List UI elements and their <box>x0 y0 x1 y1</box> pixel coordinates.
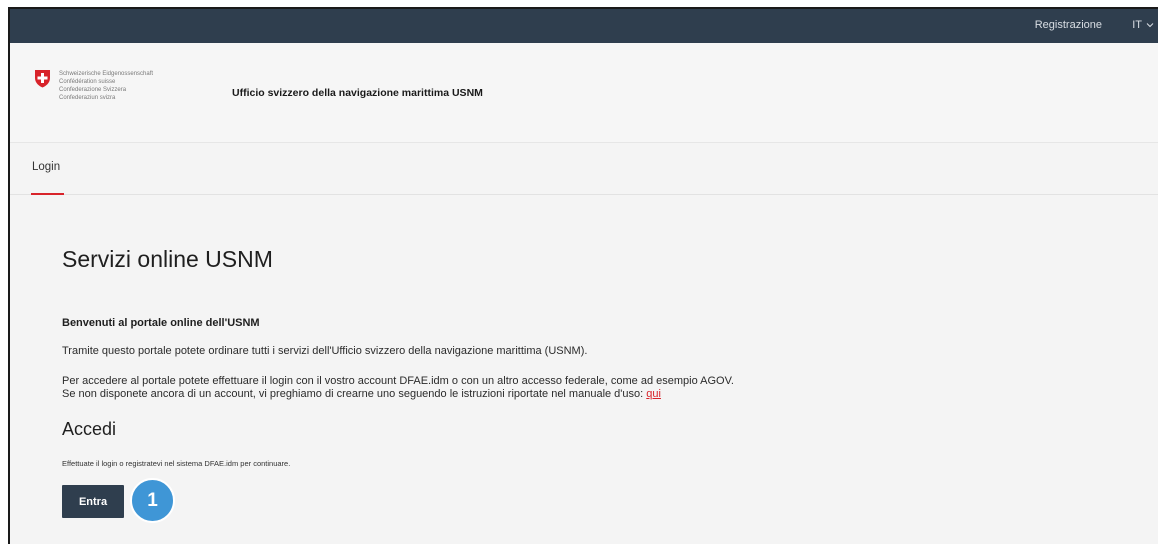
confederation-line: Confederazione Svizzera <box>59 87 127 93</box>
nav-tab-login[interactable]: Login <box>32 161 60 173</box>
confederation-text: Schweizerische Eidgenossenschaft Confédé… <box>59 70 153 102</box>
active-tab-indicator <box>31 193 64 195</box>
office-name: Ufficio svizzero della navigazione marit… <box>232 87 483 99</box>
page-title: Servizi online USNM <box>62 246 273 272</box>
welcome-heading: Benvenuti al portale online dell'USNM <box>62 317 260 329</box>
confederation-logo[interactable]: Schweizerische Eidgenossenschaft Confédé… <box>34 69 153 102</box>
access-text-line: Per accedere al portale potete effettuar… <box>62 375 734 387</box>
language-label: IT <box>1132 19 1142 31</box>
access-text: Se non disponete ancora di un account, v… <box>62 388 644 400</box>
top-bar: Registrazione IT <box>10 9 1158 43</box>
swiss-crest-icon <box>35 70 50 88</box>
enter-button[interactable]: Entra <box>62 485 124 518</box>
access-hint: Effettuate il login o registratevi nel s… <box>62 459 291 468</box>
chevron-down-icon <box>1146 23 1154 28</box>
main-navigation: Login <box>10 143 1158 195</box>
register-link[interactable]: Registrazione <box>1035 19 1102 31</box>
confederation-line: Confederaziun svizra <box>59 95 116 101</box>
manual-link[interactable]: qui <box>646 388 661 400</box>
language-selector[interactable]: IT <box>1132 19 1154 31</box>
site-header: Schweizerische Eidgenossenschaft Confédé… <box>10 43 1158 143</box>
intro-paragraph: Tramite questo portale potete ordinare t… <box>62 345 588 357</box>
confederation-line: Schweizerische Eidgenossenschaft <box>59 71 154 77</box>
access-title: Accedi <box>62 419 117 439</box>
step-badge: 1 <box>130 478 175 523</box>
access-text-line-2: Se non disponete ancora di un account, v… <box>62 388 734 401</box>
confederation-line: Confédération suisse <box>59 79 116 85</box>
access-paragraph: Per accedere al portale potete effettuar… <box>62 375 734 401</box>
